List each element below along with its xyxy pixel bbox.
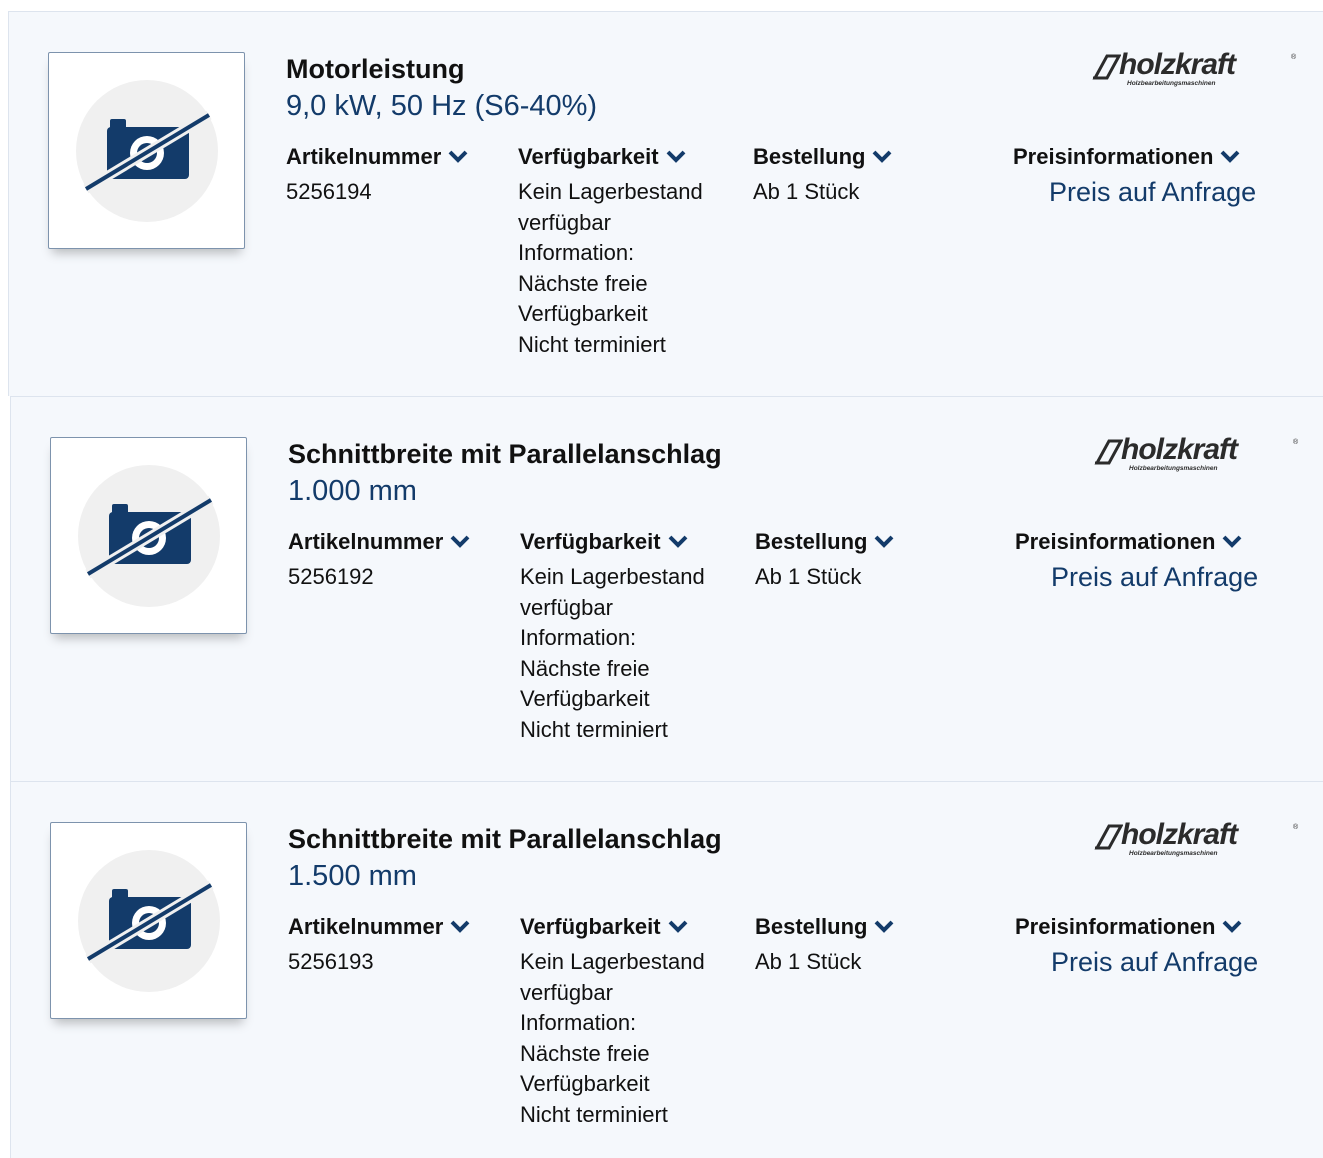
product-subtitle[interactable]: 1.000 mm	[288, 475, 417, 508]
product-title[interactable]: Schnittbreite mit Parallelanschlag	[288, 824, 722, 855]
availability-header[interactable]: Verfügbarkeit	[520, 914, 689, 940]
price-on-request[interactable]: Preis auf Anfrage	[1049, 177, 1256, 208]
article-number: 5256193	[288, 949, 374, 974]
chevron-down-icon	[875, 535, 894, 549]
price-info-header[interactable]: Preisinformationen	[1015, 529, 1243, 555]
no-camera-icon	[78, 465, 220, 607]
order-header[interactable]: Bestellung	[755, 529, 895, 555]
article-number-header[interactable]: Artikelnummer	[286, 144, 469, 170]
product-card: holzkraft ® Holzbearbeitungsmaschinen Sc…	[10, 781, 1323, 1158]
chevron-down-icon	[450, 535, 470, 549]
chevron-down-icon	[668, 535, 688, 549]
product-image[interactable]	[48, 52, 245, 249]
brand-logo: holzkraft ® Holzbearbeitungsmaschinen	[1091, 48, 1301, 92]
order-minimum: Ab 1 Stück	[755, 949, 862, 974]
chevron-down-icon	[1223, 920, 1242, 934]
brand-logo: holzkraft ® Holzbearbeitungsmaschinen	[1093, 433, 1303, 477]
chevron-down-icon	[450, 920, 470, 934]
registered-mark: ®	[1293, 824, 1299, 831]
price-info-header[interactable]: Preisinformationen	[1015, 914, 1243, 940]
chevron-down-icon	[668, 920, 688, 934]
registered-mark: ®	[1293, 439, 1299, 446]
registered-mark: ®	[1291, 54, 1297, 61]
product-image[interactable]	[50, 437, 247, 634]
order-minimum: Ab 1 Stück	[753, 179, 860, 204]
no-camera-icon	[78, 850, 220, 992]
chevron-down-icon	[1221, 150, 1240, 164]
brand-tagline: Holzbearbeitungsmaschinen	[1127, 80, 1216, 87]
chevron-down-icon	[875, 920, 894, 934]
article-number-header[interactable]: Artikelnummer	[288, 529, 471, 555]
availability-info: Kein Lagerbestand verfügbar Information:…	[520, 564, 705, 742]
article-number: 5256194	[286, 179, 372, 204]
product-title[interactable]: Schnittbreite mit Parallelanschlag	[288, 439, 722, 470]
price-on-request[interactable]: Preis auf Anfrage	[1051, 947, 1258, 978]
chevron-down-icon	[873, 150, 892, 164]
article-number-header[interactable]: Artikelnummer	[288, 914, 471, 940]
product-list: holzkraft ® Holzbearbeitungsmaschinen Mo…	[0, 0, 1323, 1158]
availability-info: Kein Lagerbestand verfügbar Information:…	[520, 949, 705, 1127]
availability-header[interactable]: Verfügbarkeit	[518, 144, 687, 170]
logo-mark-icon	[1094, 439, 1123, 465]
order-header[interactable]: Bestellung	[753, 144, 893, 170]
brand-name: holzkraft	[1121, 433, 1238, 466]
logo-mark-icon	[1094, 824, 1123, 850]
chevron-down-icon	[1223, 535, 1242, 549]
brand-tagline: Holzbearbeitungsmaschinen	[1129, 850, 1218, 857]
logo-mark-icon	[1092, 54, 1121, 80]
brand-name: holzkraft	[1119, 48, 1236, 81]
product-title[interactable]: Motorleistung	[286, 54, 464, 85]
chevron-down-icon	[448, 150, 468, 164]
order-header[interactable]: Bestellung	[755, 914, 895, 940]
brand-logo: holzkraft ® Holzbearbeitungsmaschinen	[1093, 818, 1303, 862]
price-info-header[interactable]: Preisinformationen	[1013, 144, 1241, 170]
product-image[interactable]	[50, 822, 247, 1019]
product-subtitle[interactable]: 1.500 mm	[288, 860, 417, 893]
availability-header[interactable]: Verfügbarkeit	[520, 529, 689, 555]
brand-tagline: Holzbearbeitungsmaschinen	[1129, 465, 1218, 472]
brand-name: holzkraft	[1121, 818, 1238, 851]
article-number: 5256192	[288, 564, 374, 589]
no-camera-icon	[76, 80, 218, 222]
chevron-down-icon	[666, 150, 686, 164]
product-card: holzkraft ® Holzbearbeitungsmaschinen Sc…	[10, 396, 1323, 781]
product-card: holzkraft ® Holzbearbeitungsmaschinen Mo…	[8, 11, 1323, 396]
order-minimum: Ab 1 Stück	[755, 564, 862, 589]
product-subtitle[interactable]: 9,0 kW, 50 Hz (S6-40%)	[286, 90, 597, 123]
price-on-request[interactable]: Preis auf Anfrage	[1051, 562, 1258, 593]
availability-info: Kein Lagerbestand verfügbar Information:…	[518, 179, 703, 357]
